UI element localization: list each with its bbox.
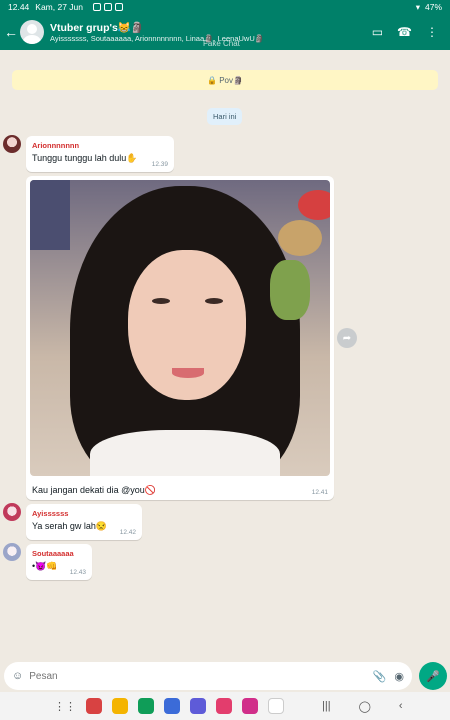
- forward-icon[interactable]: ➦: [337, 328, 357, 348]
- photo[interactable]: [30, 180, 330, 476]
- phone-icon[interactable]: ☎: [397, 25, 412, 39]
- wifi-icon: ▾: [415, 1, 420, 12]
- image-message[interactable]: Kau jangan dekati dia @you🚫 12.41: [26, 176, 334, 500]
- status-bar: 12.44 Kam, 27 Jun ▾ 47%: [0, 0, 450, 14]
- message-input-container[interactable]: ☺ 📎 ◉: [4, 662, 412, 690]
- pinned-banner[interactable]: 🔒 Pov🗿: [12, 70, 438, 90]
- google-icon[interactable]: [268, 698, 284, 714]
- message-composer: ☺ 📎 ◉ 🎤: [0, 660, 450, 692]
- message-time: 12.42: [119, 529, 136, 536]
- camera-icon[interactable]: ◉: [394, 670, 404, 683]
- message-bubble[interactable]: Soutaaaaaa •😈👊 12.43: [26, 544, 92, 580]
- message-text: Kau jangan dekati dia @you🚫: [32, 485, 156, 495]
- youtube-notification-icon: [115, 3, 124, 11]
- message-time: 12.41: [311, 489, 328, 496]
- message-sender: Arionnnnnnn: [32, 141, 80, 150]
- photo-lips: [172, 368, 204, 378]
- avatar[interactable]: [3, 503, 21, 521]
- message-input[interactable]: [29, 670, 365, 682]
- back-icon[interactable]: ←: [2, 24, 20, 40]
- more-icon[interactable]: ⋮: [426, 25, 438, 39]
- mic-icon[interactable]: 🎤: [419, 662, 447, 690]
- photo-toy: [270, 260, 310, 320]
- photo-eye: [152, 298, 170, 304]
- photo-shirt: [90, 430, 280, 476]
- message-time: 12.39: [151, 161, 168, 168]
- back-nav-icon[interactable]: ‹: [399, 700, 403, 712]
- app-icon[interactable]: [190, 698, 206, 714]
- photo-toy: [278, 220, 322, 256]
- app-icon[interactable]: [86, 698, 102, 714]
- emoji-icon[interactable]: ☺: [12, 670, 23, 682]
- chat-title: Vtuber grup's😹🗿: [50, 22, 144, 34]
- app-icon[interactable]: [216, 698, 232, 714]
- message-bubble[interactable]: Ayissssss Ya serah gw lah😒 12.42: [26, 504, 142, 540]
- avatar[interactable]: [3, 543, 21, 561]
- recent-apps-icon[interactable]: |||: [322, 700, 331, 712]
- gallery-notification-icon: [104, 3, 113, 11]
- whatsapp-notification-icon: [93, 3, 102, 11]
- message-sender: Ayissssss: [32, 509, 69, 518]
- status-time: 12.44: [8, 2, 30, 12]
- home-icon[interactable]: ◯: [359, 700, 371, 713]
- photo-shelf: [30, 180, 70, 250]
- app-icon[interactable]: [164, 698, 180, 714]
- attach-icon[interactable]: 📎: [373, 670, 387, 683]
- group-avatar[interactable]: [20, 20, 44, 44]
- watermark: Fake Chat: [203, 39, 240, 48]
- message-time: 12.43: [69, 569, 86, 576]
- notification-icons: [93, 3, 124, 11]
- chat-header: ← Vtuber grup's😹🗿 Ayisssssss, Soutaaaaaa…: [0, 14, 450, 50]
- app-drawer-icon[interactable]: ⋮⋮: [54, 700, 76, 713]
- message-bubble[interactable]: Arionnnnnnn Tunggu tunggu lah dulu✋ 12.3…: [26, 136, 174, 172]
- app-icon[interactable]: [242, 698, 258, 714]
- chat-area: 🔒 Pov🗿 Hari ini Arionnnnnnn Tunggu tungg…: [0, 50, 450, 660]
- message-sender: Soutaaaaaa: [32, 549, 74, 558]
- avatar[interactable]: [3, 135, 21, 153]
- app-icon[interactable]: [138, 698, 154, 714]
- date-chip: Hari ini: [207, 108, 243, 125]
- app-icon[interactable]: [112, 698, 128, 714]
- battery-level: 47%: [424, 2, 442, 12]
- status-date: Kam, 27 Jun: [35, 2, 84, 12]
- system-taskbar: ⋮⋮ ||| ◯ ‹: [0, 692, 450, 720]
- video-call-icon[interactable]: ▭: [372, 25, 383, 39]
- photo-eye: [205, 298, 223, 304]
- photo-toy: [298, 190, 330, 220]
